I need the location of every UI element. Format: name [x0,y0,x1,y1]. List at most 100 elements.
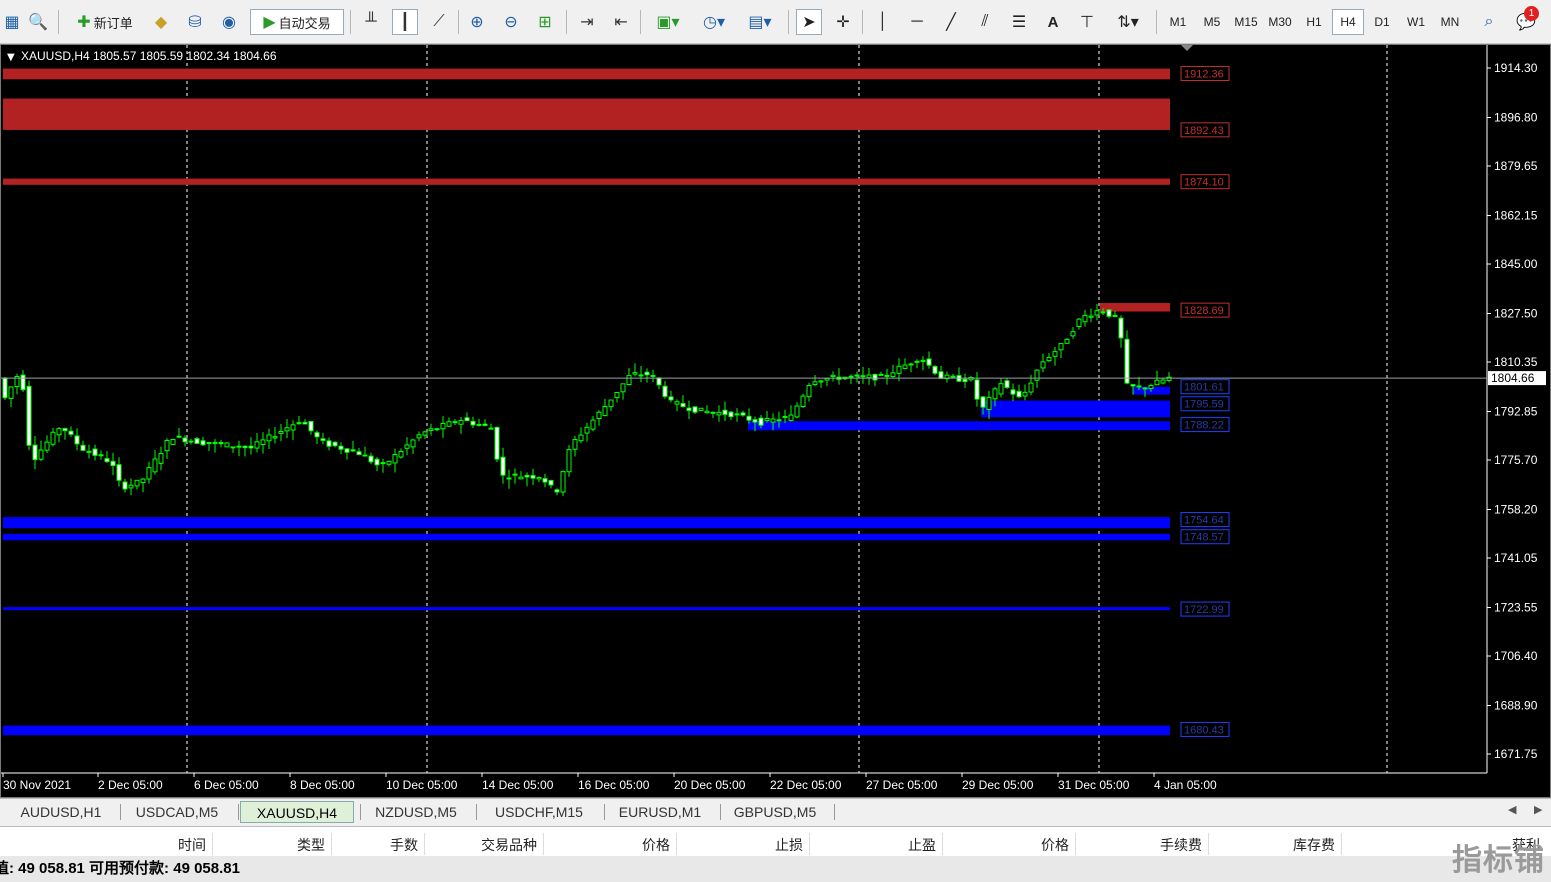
candle-body [632,372,638,375]
cursor-icon[interactable]: ➤ [796,9,822,35]
search-icon[interactable]: ⌕ [1476,9,1502,35]
candle-body [920,359,926,362]
alerts-icon[interactable]: 💬 1 [1510,6,1542,35]
timeframe-m30[interactable]: M30 [1264,9,1296,35]
tile-windows-icon[interactable]: ⊞ [532,9,558,35]
candle-body [866,374,872,379]
text-icon[interactable]: A [1040,9,1066,35]
tab-scroll-left-icon[interactable]: ◀ [1508,803,1516,816]
channel-icon[interactable]: ⫽ [972,9,998,35]
column-header[interactable]: 库存费 [1215,835,1335,855]
auto-trading-button[interactable]: ▶ 自动交易 [250,9,344,35]
zoom-out-icon[interactable]: ⊖ [498,9,524,35]
new-order-button[interactable]: ✚ 新订单 [66,9,144,35]
candle-body [326,440,332,447]
price-chart[interactable]: 1912.36 1892.43 1874.10 1828.69 1801.61 1795.… [1,45,1550,797]
candle-body [644,371,650,376]
templates-dropdown-icon[interactable]: ▤▾ [740,9,780,35]
price-tick-label: 1706.40 [1494,649,1538,663]
signals-icon[interactable]: ◉ [216,9,242,35]
candle-body [602,405,608,417]
tab-audusd-h1[interactable]: AUDUSD,H1 [8,801,114,823]
level-label: 1754.64 [1184,515,1224,527]
candle-body [518,476,524,480]
level-label: 1680.43 [1184,724,1224,736]
column-header[interactable]: 手续费 [1082,835,1202,855]
candle-body [818,380,824,383]
price-tick-label: 1758.20 [1494,502,1538,516]
trendline-icon[interactable]: ╱ [938,9,964,35]
market-watch-icon[interactable]: 🔍 [26,9,50,35]
line-chart-icon[interactable]: ⟋ [426,9,452,35]
tab-xauusd-h4[interactable]: XAUUSD,H4 [240,801,354,823]
arrows-dropdown-icon[interactable]: ⇅▾ [1108,9,1148,35]
price-tick-label: 1688.90 [1494,698,1538,712]
profiles-icon[interactable]: ▦ [2,9,22,35]
crosshair-icon[interactable]: ✛ [830,9,856,35]
auto-scroll-icon[interactable]: ⇥ [574,9,600,35]
candle-body [32,444,38,461]
candle-body [116,464,122,481]
indicators-dropdown-icon[interactable]: ▣▾ [648,9,688,35]
candle-body [1052,351,1058,357]
timeframe-mn[interactable]: MN [1434,9,1466,35]
time-tick-label: 31 Dec 05:00 [1058,778,1130,792]
tab-gbpusd-m5[interactable]: GBPUSD,M5 [722,801,828,823]
fibonacci-icon[interactable]: ☰ [1006,9,1032,35]
column-header[interactable]: 手数 [298,835,418,855]
candle-body [86,450,92,453]
chart-window[interactable]: 1912.36 1892.43 1874.10 1828.69 1801.61 1795.… [0,44,1551,798]
timeframe-d1[interactable]: D1 [1366,9,1398,35]
tab-eurusd-m1[interactable]: EURUSD,M1 [606,801,714,823]
column-header[interactable]: 价格 [949,835,1069,855]
bar-chart-icon[interactable]: ╨ [358,9,384,35]
timeframe-m1[interactable]: M1 [1162,9,1194,35]
candlestick-icon[interactable]: ┃ [392,9,418,35]
candle-body [2,377,8,399]
periods-dropdown-icon[interactable]: ◷▾ [694,9,734,35]
column-header[interactable]: 价格 [550,835,670,855]
tab-nzdusd-m5[interactable]: NZDUSD,M5 [362,801,470,823]
tab-usdcad-m5[interactable]: USDCAD,M5 [122,801,232,823]
candle-body [986,396,992,411]
navigator-icon[interactable]: ⛁ [182,9,208,35]
horizontal-line-icon[interactable]: ─ [904,9,930,35]
level-label: 1795.59 [1184,399,1224,411]
chart-shift-icon[interactable]: ⇤ [608,9,634,35]
column-header[interactable]: 时间 [86,835,206,855]
column-header[interactable]: 交易品种 [417,835,537,855]
candle-body [446,421,452,427]
candle-body [1106,309,1112,317]
timeframe-h4[interactable]: H4 [1332,9,1364,35]
timeframe-m5[interactable]: M5 [1196,9,1228,35]
candle-body [470,420,476,426]
time-tick-label: 20 Dec 05:00 [674,778,746,792]
zoom-in-icon[interactable]: ⊕ [464,9,490,35]
column-header[interactable]: 止盈 [816,835,936,855]
candle-body [524,474,530,478]
tab-usdchf-m15[interactable]: USDCHF,M15 [480,801,598,823]
tab-scroll-right-icon[interactable]: ▶ [1534,803,1542,816]
candle-body [584,426,590,434]
metaeditor-icon[interactable]: ◆ [148,9,174,35]
chart-menu-icon[interactable]: ▼ [7,52,15,63]
vertical-line-icon[interactable]: │ [870,9,896,35]
candle-body [1130,384,1136,387]
candle-body [50,431,56,445]
candle-body [692,406,698,413]
candle-body [344,448,350,453]
candle-body [608,399,614,408]
level-label: 1874.10 [1184,177,1224,189]
timeframe-w1[interactable]: W1 [1400,9,1432,35]
support-zone [3,607,1170,611]
auto-trading-icon: ▶ [263,14,276,31]
text-label-icon[interactable]: ⊤ [1074,9,1100,35]
candle-body [92,448,98,456]
column-header[interactable]: 止损 [683,835,803,855]
candle-body [158,453,164,464]
candle-body [368,455,374,463]
timeframe-m15[interactable]: M15 [1230,9,1262,35]
candle-body [146,467,152,480]
timeframe-h1[interactable]: H1 [1298,9,1330,35]
time-tick-label: 6 Dec 05:00 [194,778,259,792]
